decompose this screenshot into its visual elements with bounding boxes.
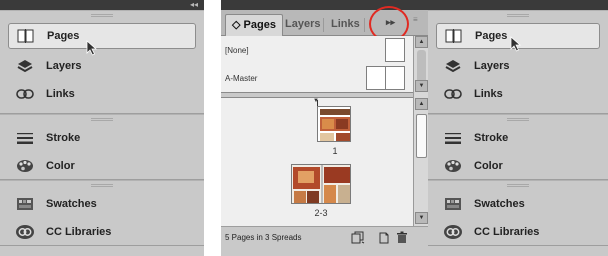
swatches-icon	[442, 195, 464, 213]
panel-button-label: Pages	[47, 30, 80, 42]
new-page-icon[interactable]	[377, 231, 391, 244]
tab-label: Pages	[243, 19, 276, 31]
tab-expand-icon: ◇	[232, 19, 241, 31]
panel-button-swatches[interactable]: Swatches	[8, 191, 196, 217]
master-row-none[interactable]: [None]	[221, 36, 413, 64]
panel-button-label: Pages	[475, 30, 508, 42]
panel-footer: 5 Pages in 3 Spreads	[221, 226, 429, 248]
page-number-label: 1	[332, 146, 338, 156]
group-grip[interactable]	[507, 118, 529, 121]
tab-links[interactable]: Links	[325, 14, 366, 36]
panel-button-stroke[interactable]: Stroke	[436, 125, 600, 151]
group-grip[interactable]	[507, 14, 529, 17]
panel-button-links[interactable]: Links	[436, 81, 600, 107]
panel-group-stroke: Stroke Color	[0, 114, 204, 180]
color-icon	[14, 157, 36, 175]
panel-dock-left: ◂◂ Pages Layers Links Stroke Color Swatc…	[0, 0, 204, 256]
panel-button-label: Stroke	[46, 132, 81, 144]
scroll-down-button[interactable]: ▼	[415, 212, 428, 224]
panel-button-label: Links	[474, 88, 503, 100]
page-thumbnail-art	[292, 165, 350, 203]
panel-button-stroke[interactable]: Stroke	[8, 125, 196, 151]
panel-button-swatches[interactable]: Swatches	[436, 191, 600, 217]
stroke-icon	[14, 129, 36, 147]
panel-group-swatches: Swatches CC Libraries	[428, 180, 608, 246]
pages-panel: ◇ Pages Layers Links ▸▸ ≡ [None] A-Maste…	[221, 0, 429, 256]
color-icon	[442, 157, 464, 175]
masters-section: [None] A-Master	[221, 36, 413, 92]
panel-group-pages: Pages Layers Links	[428, 10, 608, 114]
links-icon	[442, 85, 464, 103]
mouse-pointer-icon	[510, 36, 522, 52]
stroke-icon	[442, 129, 464, 147]
tab-layers[interactable]: Layers	[279, 14, 326, 36]
edit-page-size-icon[interactable]	[351, 231, 365, 244]
panel-button-label: Color	[474, 160, 503, 172]
page-number-label: 2-3	[314, 208, 328, 218]
cc-libraries-icon	[442, 223, 464, 241]
group-grip[interactable]	[507, 184, 529, 187]
page-thumbnail-1[interactable]	[317, 106, 351, 142]
collapse-dock-button[interactable]: ◂◂	[190, 0, 198, 10]
spread-marker-arrow-icon: ▼	[313, 98, 319, 104]
panel-dock-right: Pages Layers Links Stroke Color Swatches…	[428, 0, 608, 256]
scroll-up-button[interactable]: ▲	[415, 36, 428, 48]
links-icon	[14, 85, 36, 103]
dock-title-bar	[428, 0, 608, 10]
dock-title-bar: ◂◂	[0, 0, 204, 10]
panel-button-label: Layers	[474, 60, 510, 72]
panel-button-pages[interactable]: Pages	[8, 23, 196, 49]
master-page-thumbnail-right	[385, 66, 405, 90]
panel-group-swatches: Swatches CC Libraries	[0, 180, 204, 246]
panel-button-cc-libraries[interactable]: CC Libraries	[8, 219, 196, 245]
group-grip[interactable]	[91, 14, 113, 17]
pages-icon	[443, 27, 465, 45]
panel-button-label: Links	[46, 88, 75, 100]
delete-page-icon[interactable]	[395, 231, 409, 244]
tab-separator	[323, 18, 324, 32]
panel-button-label: Layers	[46, 60, 82, 72]
panel-button-cc-libraries[interactable]: CC Libraries	[436, 219, 600, 245]
page-thumbnail-2-3[interactable]	[291, 164, 351, 204]
panel-group-pages: Pages Layers Links	[0, 10, 204, 114]
page-thumbnail-art	[320, 109, 350, 141]
cc-libraries-icon	[14, 223, 36, 241]
panel-button-color[interactable]: Color	[436, 153, 600, 179]
layers-icon	[442, 57, 464, 75]
group-grip[interactable]	[91, 118, 113, 121]
panel-button-label: Swatches	[474, 198, 525, 210]
layers-icon	[14, 57, 36, 75]
panel-resize-grip[interactable]	[221, 248, 429, 256]
swatches-icon	[14, 195, 36, 213]
panel-button-label: Stroke	[474, 132, 509, 144]
mouse-pointer-icon	[86, 40, 98, 56]
panel-button-layers[interactable]: Layers	[436, 53, 600, 79]
master-row-a-master[interactable]: A-Master	[221, 64, 413, 92]
master-page-thumbnail	[385, 38, 405, 62]
tab-pages[interactable]: ◇ Pages	[225, 14, 283, 36]
scroll-thumb[interactable]	[416, 114, 427, 158]
panel-menu-button[interactable]: ≡	[413, 15, 418, 24]
panel-button-label: CC Libraries	[46, 226, 112, 238]
panel-group-stroke: Stroke Color	[428, 114, 608, 180]
panel-button-label: CC Libraries	[474, 226, 540, 238]
panel-button-color[interactable]: Color	[8, 153, 196, 179]
scroll-up-button[interactable]: ▲	[415, 98, 428, 110]
panel-button-layers[interactable]: Layers	[8, 53, 196, 79]
master-label: [None]	[225, 46, 249, 55]
panel-button-label: Color	[46, 160, 75, 172]
tab-separator	[364, 18, 365, 32]
pages-icon	[15, 27, 37, 45]
panel-button-label: Swatches	[46, 198, 97, 210]
pages-scrollbar[interactable]: ▲ ▼ ▲ ▼	[413, 36, 429, 226]
master-label: A-Master	[225, 74, 258, 83]
master-page-thumbnail-left	[366, 66, 386, 90]
scroll-down-button[interactable]: ▼	[415, 80, 428, 92]
panel-button-links[interactable]: Links	[8, 81, 196, 107]
group-grip[interactable]	[91, 184, 113, 187]
spread-count-status: 5 Pages in 3 Spreads	[225, 233, 302, 242]
pages-section: ▼ 1 2-3	[221, 98, 413, 226]
